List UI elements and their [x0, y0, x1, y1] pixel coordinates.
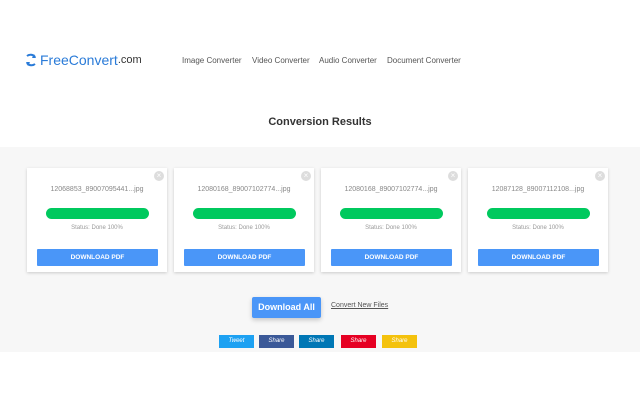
share-button[interactable]: Share — [382, 335, 417, 348]
logo-suffix: .com — [117, 54, 142, 66]
progress-bar — [193, 208, 296, 219]
share-button[interactable]: Share — [259, 335, 294, 348]
progress-bar — [340, 208, 443, 219]
file-card: × 12080168_89007102774...jpg Status: Don… — [174, 168, 314, 272]
share-button[interactable]: Tweet — [219, 335, 254, 348]
close-icon[interactable]: × — [448, 171, 458, 181]
page-title: Conversion Results — [268, 116, 372, 128]
file-name: 12068853_89007095441...jpg — [50, 186, 144, 193]
file-name: 12087128_89007112108...jpg — [491, 186, 585, 193]
file-card: × 12080168_89007102774...jpg Status: Don… — [321, 168, 461, 272]
refresh-icon — [26, 53, 36, 67]
share-button[interactable]: Share — [341, 335, 376, 348]
nav-document-converter[interactable]: Document Converter — [387, 56, 461, 65]
download-pdf-button[interactable]: DOWNLOAD PDF — [184, 249, 305, 266]
close-icon[interactable]: × — [301, 171, 311, 181]
nav-audio-converter[interactable]: Audio Converter — [319, 56, 377, 65]
status-text: Status: Done 100% — [512, 225, 564, 231]
file-card: × 12068853_89007095441...jpg Status: Don… — [27, 168, 167, 272]
nav-video-converter[interactable]: Video Converter — [252, 56, 310, 65]
logo-brand: FreeConvert — [40, 52, 118, 68]
file-card: × 12087128_89007112108...jpg Status: Don… — [468, 168, 608, 272]
status-text: Status: Done 100% — [71, 225, 123, 231]
progress-bar — [487, 208, 590, 219]
nav-image-converter[interactable]: Image Converter — [182, 56, 242, 65]
close-icon[interactable]: × — [595, 171, 605, 181]
file-name: 12080168_89007102774...jpg — [197, 186, 291, 193]
download-all-button[interactable]: Download All — [252, 297, 321, 318]
status-text: Status: Done 100% — [218, 225, 270, 231]
download-pdf-button[interactable]: DOWNLOAD PDF — [37, 249, 158, 266]
convert-new-files-link[interactable]: Convert New Files — [331, 302, 388, 309]
download-pdf-button[interactable]: DOWNLOAD PDF — [478, 249, 599, 266]
close-icon[interactable]: × — [154, 171, 164, 181]
status-text: Status: Done 100% — [365, 225, 417, 231]
share-button[interactable]: Share — [299, 335, 334, 348]
progress-bar — [46, 208, 149, 219]
file-name: 12080168_89007102774...jpg — [344, 186, 438, 193]
logo[interactable]: FreeConvert .com — [24, 52, 142, 68]
download-pdf-button[interactable]: DOWNLOAD PDF — [331, 249, 452, 266]
